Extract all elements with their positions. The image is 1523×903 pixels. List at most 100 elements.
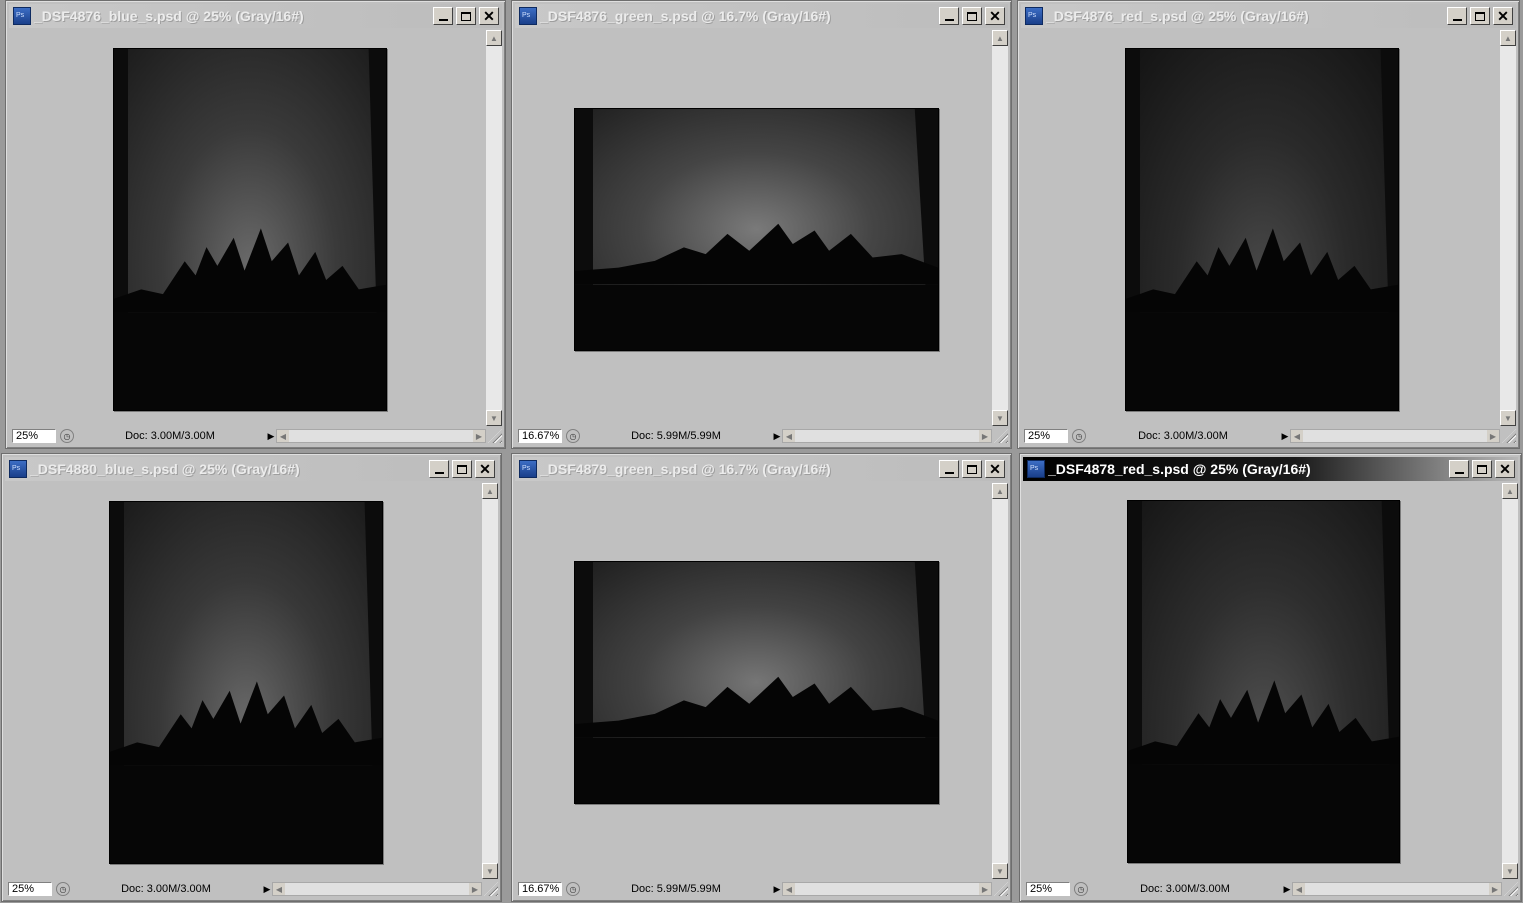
horizontal-scrollbar[interactable]: ◀ ▶ <box>782 429 992 443</box>
scroll-right-button[interactable]: ▶ <box>1489 883 1501 895</box>
scroll-right-button[interactable]: ▶ <box>473 430 485 442</box>
scroll-right-button[interactable]: ▶ <box>469 883 481 895</box>
resize-grip[interactable] <box>1504 882 1518 896</box>
image-canvas[interactable] <box>7 483 482 879</box>
status-menu-arrow-icon[interactable]: ▶ <box>262 883 272 895</box>
scroll-left-button[interactable]: ◀ <box>277 430 289 442</box>
maximize-button[interactable] <box>1472 460 1492 478</box>
horizontal-scrollbar[interactable]: ◀ ▶ <box>1290 429 1500 443</box>
image-canvas[interactable] <box>517 483 992 879</box>
vertical-scrollbar[interactable]: ▲ ▼ <box>1502 483 1518 879</box>
scroll-down-button[interactable]: ▼ <box>1502 863 1518 879</box>
navigator-icon[interactable]: ◷ <box>56 882 70 896</box>
minimize-button[interactable] <box>939 460 959 478</box>
scroll-down-button[interactable]: ▼ <box>482 863 498 879</box>
document-window[interactable]: _DSF4876_green_s.psd @ 16.7% (Gray/16#) … <box>511 0 1012 449</box>
scroll-up-button[interactable]: ▲ <box>1502 483 1518 499</box>
scroll-left-button[interactable]: ◀ <box>1293 883 1305 895</box>
document-window[interactable]: _DSF4876_red_s.psd @ 25% (Gray/16#) ✕ ▲▼… <box>1017 0 1520 449</box>
zoom-field[interactable]: 25% <box>1024 429 1068 443</box>
scroll-up-button[interactable]: ▲ <box>486 30 502 46</box>
scroll-down-button[interactable]: ▼ <box>992 863 1008 879</box>
horizontal-scrollbar[interactable]: ◀ ▶ <box>1292 882 1502 896</box>
maximize-button[interactable] <box>452 460 472 478</box>
title-bar[interactable]: _DSF4876_red_s.psd @ 25% (Gray/16#) ✕ <box>1021 4 1516 28</box>
close-button[interactable]: ✕ <box>1493 7 1513 25</box>
photoshop-icon[interactable] <box>1027 460 1045 478</box>
image-canvas[interactable] <box>11 30 486 426</box>
document-window[interactable]: _DSF4878_red_s.psd @ 25% (Gray/16#) ✕ ▲▼… <box>1019 453 1522 902</box>
scroll-right-button[interactable]: ▶ <box>979 430 991 442</box>
scroll-up-button[interactable]: ▲ <box>482 483 498 499</box>
minimize-button[interactable] <box>1449 460 1469 478</box>
scroll-up-button[interactable]: ▲ <box>992 483 1008 499</box>
vertical-scrollbar[interactable]: ▲ ▼ <box>486 30 502 426</box>
document-window[interactable]: _DSF4880_blue_s.psd @ 25% (Gray/16#) ✕ ▲… <box>1 453 502 902</box>
zoom-field[interactable]: 25% <box>1026 882 1070 896</box>
navigator-icon[interactable]: ◷ <box>566 882 580 896</box>
vertical-scrollbar[interactable]: ▲ ▼ <box>992 30 1008 426</box>
scroll-down-button[interactable]: ▼ <box>992 410 1008 426</box>
photoshop-icon[interactable] <box>13 7 31 25</box>
status-menu-arrow-icon[interactable]: ▶ <box>772 430 782 442</box>
document-window[interactable]: _DSF4876_blue_s.psd @ 25% (Gray/16#) ✕ ▲… <box>5 0 506 449</box>
scroll-down-button[interactable]: ▼ <box>1500 410 1516 426</box>
minimize-button[interactable] <box>1447 7 1467 25</box>
photoshop-icon[interactable] <box>519 460 537 478</box>
zoom-field[interactable]: 16.67% <box>518 429 562 443</box>
close-button[interactable]: ✕ <box>985 7 1005 25</box>
maximize-button[interactable] <box>1470 7 1490 25</box>
image-canvas[interactable] <box>1023 30 1500 426</box>
scroll-right-button[interactable]: ▶ <box>979 883 991 895</box>
minimize-button[interactable] <box>433 7 453 25</box>
horizontal-scrollbar[interactable]: ◀ ▶ <box>782 882 992 896</box>
photoshop-icon[interactable] <box>9 460 27 478</box>
zoom-field[interactable]: 25% <box>12 429 56 443</box>
maximize-button[interactable] <box>456 7 476 25</box>
vertical-scrollbar[interactable]: ▲ ▼ <box>992 483 1008 879</box>
status-menu-arrow-icon[interactable]: ▶ <box>1280 430 1290 442</box>
close-button[interactable]: ✕ <box>985 460 1005 478</box>
title-bar[interactable]: _DSF4876_green_s.psd @ 16.7% (Gray/16#) … <box>515 4 1008 28</box>
vertical-scrollbar[interactable]: ▲ ▼ <box>1500 30 1516 426</box>
resize-grip[interactable] <box>1502 429 1516 443</box>
navigator-icon[interactable]: ◷ <box>60 429 74 443</box>
minimize-button[interactable] <box>429 460 449 478</box>
scroll-left-button[interactable]: ◀ <box>783 430 795 442</box>
zoom-field[interactable]: 16.67% <box>518 882 562 896</box>
close-button[interactable]: ✕ <box>1495 460 1515 478</box>
title-bar[interactable]: _DSF4878_red_s.psd @ 25% (Gray/16#) ✕ <box>1023 457 1518 481</box>
scroll-up-button[interactable]: ▲ <box>1500 30 1516 46</box>
title-bar[interactable]: _DSF4879_green_s.psd @ 16.7% (Gray/16#) … <box>515 457 1008 481</box>
scroll-left-button[interactable]: ◀ <box>783 883 795 895</box>
scroll-up-button[interactable]: ▲ <box>992 30 1008 46</box>
navigator-icon[interactable]: ◷ <box>1072 429 1086 443</box>
image-canvas[interactable] <box>517 30 992 426</box>
scroll-down-button[interactable]: ▼ <box>486 410 502 426</box>
zoom-field[interactable]: 25% <box>8 882 52 896</box>
close-button[interactable]: ✕ <box>479 7 499 25</box>
image-canvas[interactable] <box>1025 483 1502 879</box>
navigator-icon[interactable]: ◷ <box>1074 882 1088 896</box>
horizontal-scrollbar[interactable]: ◀ ▶ <box>276 429 486 443</box>
horizontal-scrollbar[interactable]: ◀ ▶ <box>272 882 482 896</box>
resize-grip[interactable] <box>994 882 1008 896</box>
maximize-button[interactable] <box>962 460 982 478</box>
vertical-scrollbar[interactable]: ▲ ▼ <box>482 483 498 879</box>
close-button[interactable]: ✕ <box>475 460 495 478</box>
photoshop-icon[interactable] <box>1025 7 1043 25</box>
scroll-left-button[interactable]: ◀ <box>273 883 285 895</box>
resize-grip[interactable] <box>484 882 498 896</box>
title-bar[interactable]: _DSF4876_blue_s.psd @ 25% (Gray/16#) ✕ <box>9 4 502 28</box>
status-menu-arrow-icon[interactable]: ▶ <box>772 883 782 895</box>
status-menu-arrow-icon[interactable]: ▶ <box>266 430 276 442</box>
photoshop-icon[interactable] <box>519 7 537 25</box>
scroll-left-button[interactable]: ◀ <box>1291 430 1303 442</box>
document-window[interactable]: _DSF4879_green_s.psd @ 16.7% (Gray/16#) … <box>511 453 1012 902</box>
resize-grip[interactable] <box>994 429 1008 443</box>
minimize-button[interactable] <box>939 7 959 25</box>
resize-grip[interactable] <box>488 429 502 443</box>
title-bar[interactable]: _DSF4880_blue_s.psd @ 25% (Gray/16#) ✕ <box>5 457 498 481</box>
status-menu-arrow-icon[interactable]: ▶ <box>1282 883 1292 895</box>
scroll-right-button[interactable]: ▶ <box>1487 430 1499 442</box>
